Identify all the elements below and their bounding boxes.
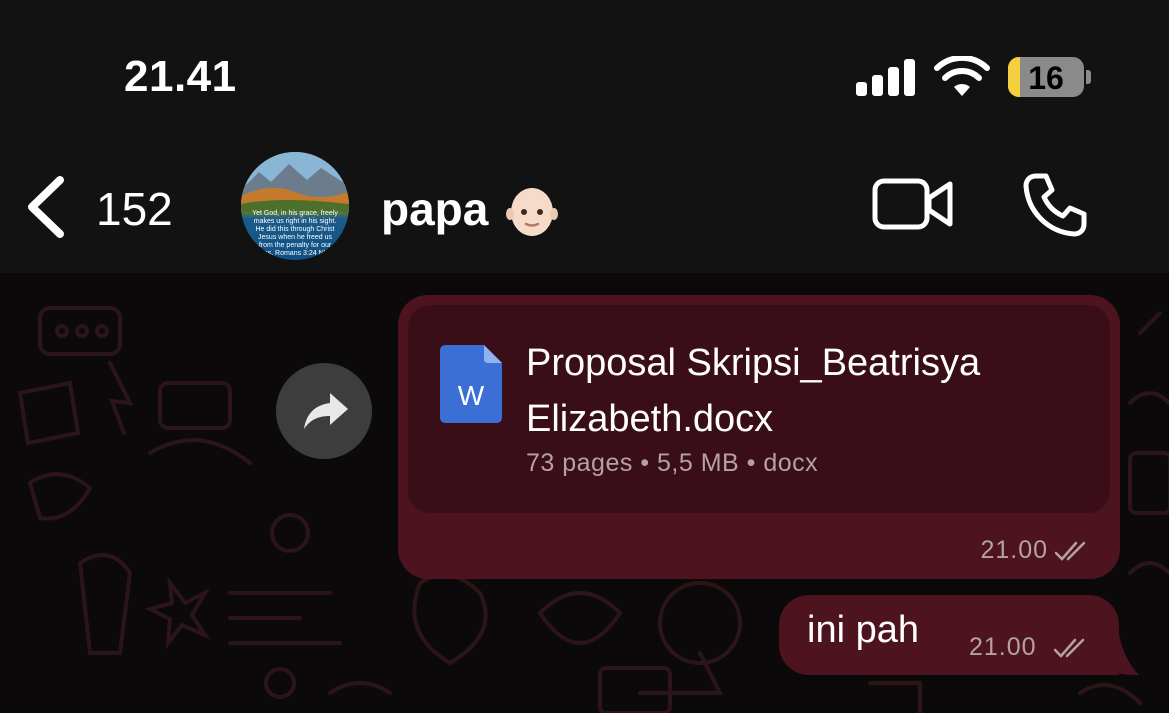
battery-level: 16 [1028, 60, 1064, 96]
document-meta: 73 pages • 5,5 MB • docx [526, 449, 819, 477]
back-unread-count[interactable]: 152 [96, 182, 173, 236]
message-time: 21.00 [980, 536, 1048, 564]
avatar-landscape-image [241, 152, 349, 212]
chat-area[interactable]: W Proposal Skripsi_Beatrisya Elizabeth.d… [0, 273, 1169, 713]
battery-icon: 16 [1008, 57, 1084, 97]
message-time: 21.00 [969, 633, 1037, 661]
status-time: 21.41 [124, 52, 237, 101]
chat-header: 152 Yet God, in his grace, freely makes … [0, 140, 1169, 273]
message-text: ini pah [807, 609, 919, 651]
word-doc-letter: W [458, 380, 485, 411]
word-doc-icon: W [440, 345, 502, 423]
bald-person-emoji [506, 188, 558, 236]
contact-avatar[interactable]: Yet God, in his grace, freely makes us r… [241, 152, 349, 260]
document-attachment[interactable]: W Proposal Skripsi_Beatrisya Elizabeth.d… [408, 305, 1110, 513]
forward-icon [304, 393, 348, 429]
document-filename: Proposal Skripsi_Beatrisya Elizabeth.doc… [526, 342, 981, 440]
video-call-icon[interactable] [872, 176, 954, 232]
forward-button[interactable] [276, 363, 372, 459]
message-bubble-document[interactable]: W Proposal Skripsi_Beatrisya Elizabeth.d… [398, 295, 1120, 579]
message-bubble-text[interactable]: ini pah 21.00 [779, 595, 1119, 675]
double-tick-icon [1054, 541, 1086, 561]
status-bar: 21.41 16 [0, 0, 1169, 140]
phone-call-icon[interactable] [1022, 172, 1088, 238]
avatar-verse-text: Yet God, in his grace, freely makes us r… [252, 210, 338, 257]
cellular-signal-icon [856, 58, 916, 96]
bubble-tail [1095, 635, 1139, 675]
double-tick-icon [1053, 638, 1085, 658]
battery-cap [1086, 70, 1091, 84]
wifi-icon [934, 56, 990, 96]
contact-name[interactable]: papa [381, 182, 488, 236]
chevron-left-icon[interactable] [22, 176, 70, 238]
